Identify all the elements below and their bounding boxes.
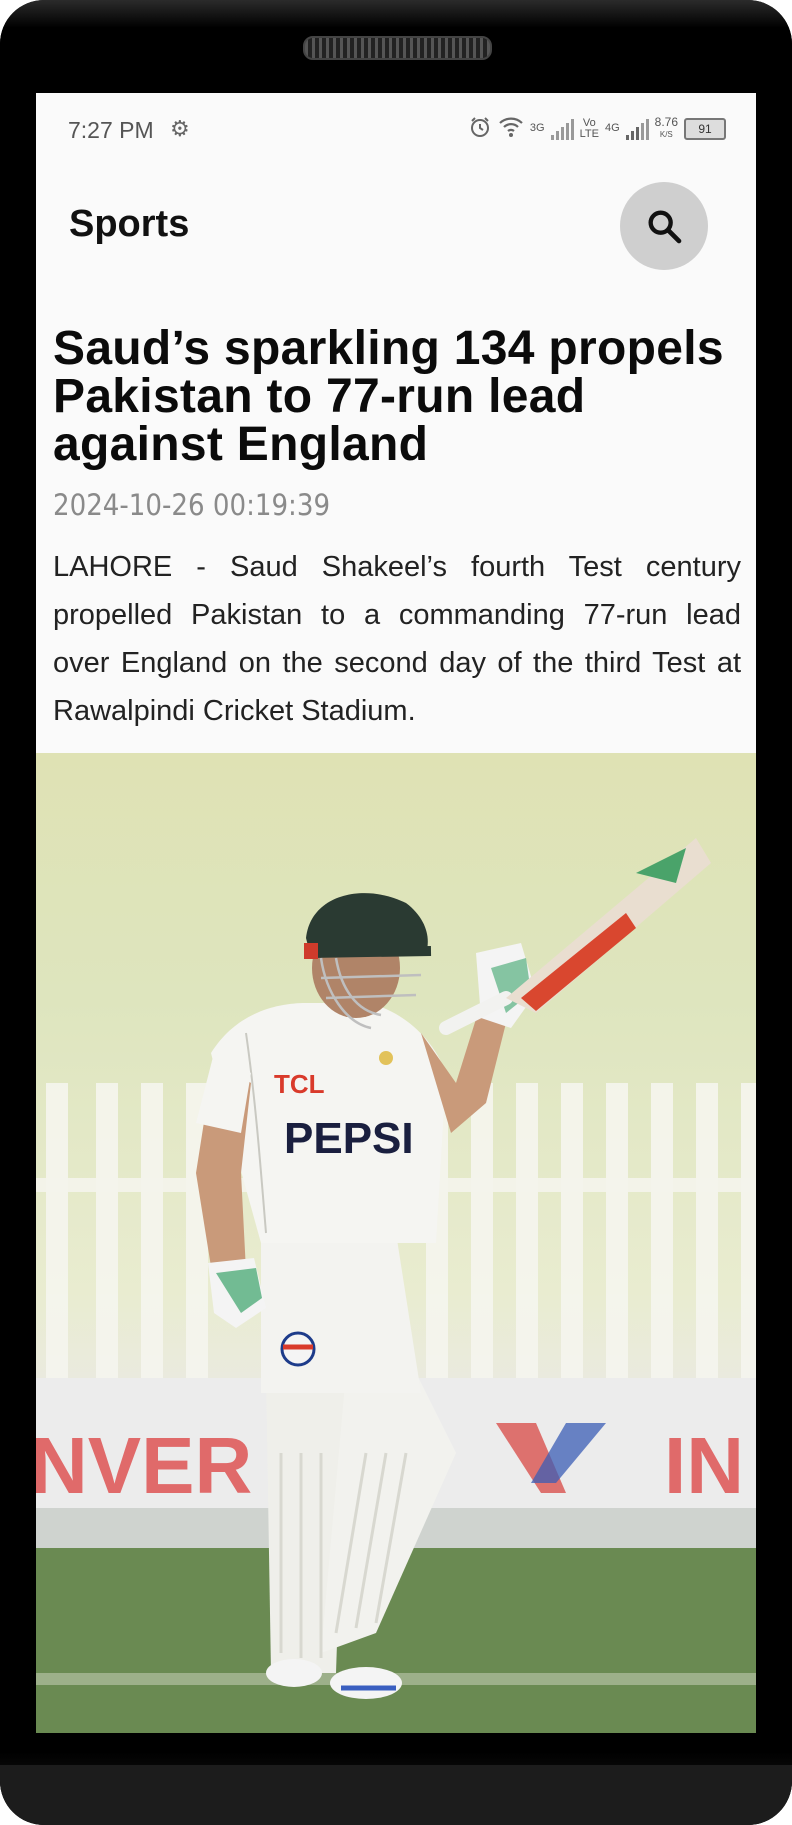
volte-bottom: LTE: [579, 127, 599, 140]
network-type-2: 4G: [604, 122, 620, 134]
search-button[interactable]: [620, 182, 708, 270]
network-type-1: 3G: [529, 122, 545, 134]
phone-frame: 7:27 PM ⚙ 3G Vo LTE 4G 8.76 K/S 91 Sport…: [0, 0, 792, 1825]
alarm-icon: [468, 115, 492, 142]
speaker-grille: [303, 36, 492, 60]
status-time: 7:27 PM: [68, 117, 154, 143]
signal-icon-1: [550, 118, 574, 140]
board-right-text: IN: [664, 1421, 744, 1510]
status-icons: 3G Vo LTE 4G 8.76 K/S 91: [468, 115, 726, 142]
screen: 7:27 PM ⚙ 3G Vo LTE 4G 8.76 K/S 91 Sport…: [36, 93, 756, 1733]
volte-indicator: Vo LTE: [579, 117, 599, 140]
phone-top-bezel: [0, 0, 792, 93]
shirt-sponsor-2: PEPSI: [284, 1114, 414, 1163]
article-image: NVER IN TCL PEPSI: [36, 753, 756, 1733]
shirt-sponsor-1: TCL: [274, 1069, 325, 1099]
wifi-icon: [498, 116, 524, 141]
settings-gear-icon: ⚙: [170, 116, 190, 141]
phone-chin: [0, 1765, 792, 1825]
page-title: Sports: [69, 203, 190, 245]
article-title: Saud’s sparkling 134 propels Pakistan to…: [53, 322, 724, 471]
speed-value: 8.76: [654, 115, 678, 129]
battery-icon: 91: [684, 117, 726, 140]
board-left-text: NVER: [36, 1421, 252, 1510]
cricket-photo-illustration: NVER IN TCL PEPSI: [36, 838, 756, 1733]
signal-icon-2: [625, 118, 649, 140]
article-date: 2024-10-26 00:19:39: [53, 488, 331, 522]
search-icon: [648, 210, 682, 244]
network-speed: 8.76 K/S: [654, 115, 678, 140]
speed-unit: K/S: [659, 130, 673, 139]
article-summary: LAHORE - Saud Shakeel’s fourth Test cent…: [53, 551, 741, 727]
status-bar: 7:27 PM ⚙ 3G Vo LTE 4G 8.76 K/S 91: [36, 93, 756, 165]
